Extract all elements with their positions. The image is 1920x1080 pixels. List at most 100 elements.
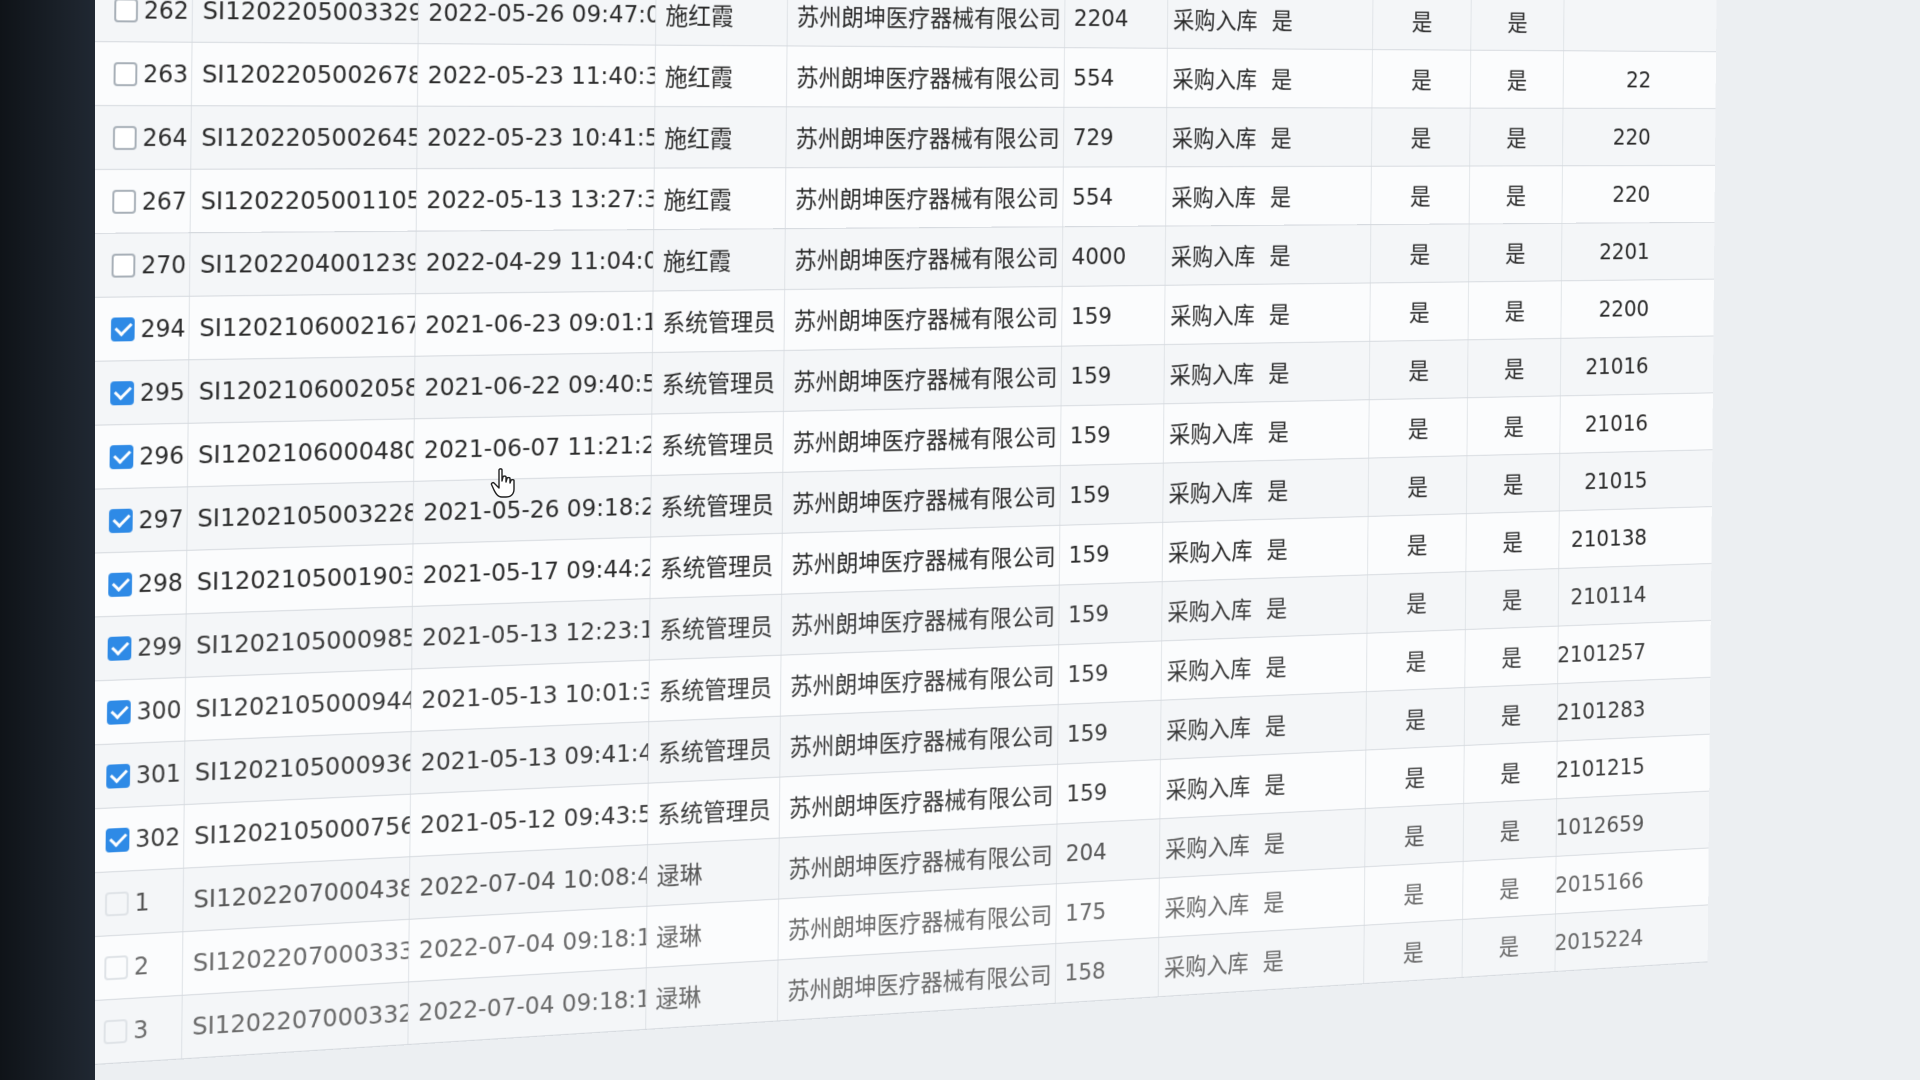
row-select-cell: 301 — [95, 742, 185, 810]
row-checkbox[interactable] — [104, 955, 128, 980]
batch-cell: 21016 — [1560, 395, 1648, 453]
quantity-cell: 159 — [1061, 404, 1164, 465]
flag-cell: 是 — [1470, 109, 1563, 166]
flag-cell: 是 — [1471, 0, 1564, 50]
code-cell: SI1202105003228 — [187, 482, 414, 550]
type-cell: 采购入库 — [1162, 579, 1260, 641]
row-checkbox[interactable] — [106, 763, 130, 788]
supplier-cell: 苏州朗坤医疗器械有限公司 — [781, 585, 1059, 654]
type-cell: 采购入库 — [1159, 932, 1257, 996]
time-cell: 2021-05-13 10:01:32 — [412, 661, 650, 731]
row-checkbox[interactable] — [104, 1018, 128, 1043]
row-index: 295 — [140, 378, 185, 407]
code-cell: SI1202204001239 — [190, 232, 417, 296]
code-cell: SI1202105001903 — [187, 544, 414, 613]
batch-cell: 2200 — [1561, 280, 1649, 338]
row-checkbox[interactable] — [114, 0, 138, 22]
batch-cell: 21015 — [1560, 452, 1648, 511]
batch-cell: 210138 — [1559, 509, 1647, 568]
flag-cell: 是 — [1370, 340, 1469, 399]
quantity-cell: 159 — [1059, 582, 1162, 644]
row-index: 264 — [142, 124, 187, 152]
row-index: 267 — [142, 187, 187, 215]
row-checkbox[interactable] — [110, 444, 134, 468]
flag-cell: 是 — [1261, 400, 1370, 460]
batch-cell: 22015224 — [1555, 909, 1643, 971]
flag-cell: 是 — [1264, 108, 1373, 166]
screen: 262 SI1202205003329 2022-05-26 09:47:09 施红霞… — [95, 0, 1920, 1080]
row-index: 294 — [140, 314, 185, 342]
row-index: 263 — [143, 60, 188, 88]
row-index: 296 — [139, 441, 184, 470]
type-cell: 采购入库 — [1164, 402, 1262, 462]
flag-cell: 是 — [1257, 809, 1366, 872]
supplier-cell: 苏州朗坤医疗器械有限公司 — [784, 287, 1062, 350]
operator-cell: 施红霞 — [655, 46, 787, 107]
operator-cell: 系统管理员 — [651, 473, 783, 537]
time-cell: 2021-06-23 09:01:13 — [415, 292, 653, 356]
quantity-cell: 159 — [1059, 641, 1162, 704]
batch-cell: 220 — [1562, 166, 1650, 223]
code-cell: SI1202105000985 — [186, 607, 413, 677]
type-cell: 采购入库 — [1160, 755, 1258, 818]
table-row[interactable]: 264 SI1202205002645 2022-05-23 10:41:58 施红霞… — [95, 106, 1716, 170]
batch-cell: 21016 — [1561, 337, 1649, 395]
row-select-cell: 297 — [95, 487, 188, 553]
row-checkbox[interactable] — [110, 381, 134, 405]
flag-cell: 是 — [1258, 692, 1367, 754]
row-index: 298 — [138, 568, 183, 597]
supplier-cell: 苏州朗坤医疗器械有限公司 — [783, 406, 1061, 472]
flag-cell: 是 — [1466, 511, 1559, 571]
quantity-cell: 204 — [1057, 819, 1160, 883]
batch-cell: 2201 — [1562, 223, 1650, 280]
row-select-cell: 295 — [95, 360, 189, 425]
flag-cell: 是 — [1466, 569, 1559, 629]
supplier-cell: 苏州朗坤医疗器械有限公司 — [785, 227, 1063, 289]
code-cell: SI1202105000756 — [184, 795, 411, 868]
time-cell: 2021-05-26 09:18:22 — [413, 476, 651, 543]
row-checkbox[interactable] — [112, 189, 136, 213]
time-cell: 2022-07-04 09:18:15 — [408, 968, 646, 1044]
code-cell: SI1202205001105 — [191, 169, 418, 232]
quantity-cell: 159 — [1060, 523, 1163, 585]
row-checkbox[interactable] — [108, 572, 132, 597]
code-cell: SI1202205002645 — [191, 106, 418, 169]
flag-cell: 是 — [1256, 926, 1365, 990]
row-checkbox[interactable] — [114, 62, 138, 86]
time-cell: 2021-06-07 11:21:25 — [414, 415, 652, 481]
quantity-cell: 159 — [1061, 345, 1164, 405]
flag-cell: 是 — [1373, 0, 1472, 50]
row-checkbox[interactable] — [108, 636, 132, 661]
quantity-cell: 159 — [1062, 286, 1165, 346]
operator-cell: 施红霞 — [656, 0, 788, 45]
row-index: 302 — [135, 823, 180, 853]
quantity-cell: 4000 — [1063, 226, 1166, 285]
type-cell: 采购入库 — [1165, 285, 1263, 344]
table-row[interactable]: 263 SI1202205002678 2022-05-23 11:40:35 施红霞… — [95, 42, 1716, 109]
flag-cell: 是 — [1263, 167, 1372, 225]
flag-cell: 是 — [1372, 108, 1471, 165]
time-cell: 2022-05-26 09:47:09 — [419, 0, 657, 45]
flag-cell: 是 — [1471, 51, 1564, 108]
flag-cell: 是 — [1369, 398, 1468, 457]
row-checkbox[interactable] — [111, 317, 135, 341]
row-checkbox[interactable] — [106, 827, 130, 852]
flag-cell: 是 — [1371, 166, 1470, 224]
batch-cell: 22 — [1563, 51, 1651, 108]
flag-cell: 是 — [1468, 339, 1561, 397]
row-checkbox[interactable] — [105, 891, 129, 916]
flag-cell: 是 — [1365, 804, 1464, 866]
flag-cell: 是 — [1371, 224, 1470, 282]
quantity-cell: 2204 — [1065, 0, 1168, 48]
row-checkbox[interactable] — [107, 699, 131, 724]
flag-cell: 是 — [1256, 867, 1365, 931]
row-checkbox[interactable] — [109, 508, 133, 533]
flag-cell: 是 — [1469, 224, 1562, 282]
flag-cell: 是 — [1258, 750, 1367, 813]
row-select-cell: 263 — [95, 42, 193, 105]
batch-cell: 210114 — [1559, 566, 1647, 626]
row-checkbox[interactable] — [113, 126, 137, 150]
supplier-cell: 苏州朗坤医疗器械有限公司 — [787, 46, 1065, 106]
row-select-cell: 267 — [95, 170, 191, 233]
row-checkbox[interactable] — [112, 253, 136, 277]
